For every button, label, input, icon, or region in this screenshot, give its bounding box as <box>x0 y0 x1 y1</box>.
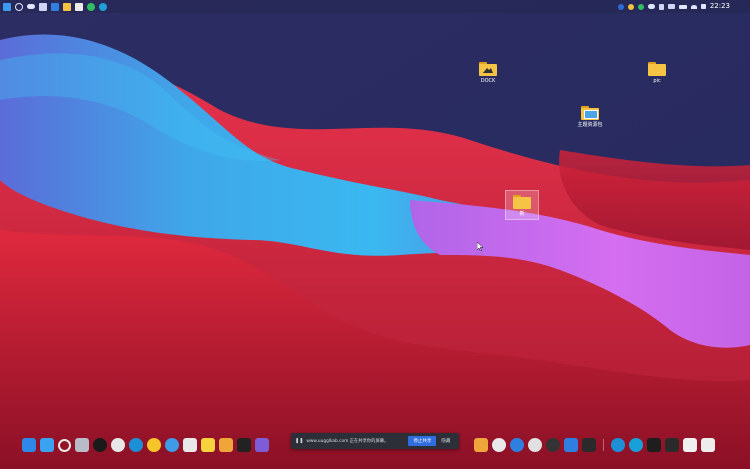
edge-icon[interactable] <box>129 438 143 452</box>
app-a-icon[interactable] <box>201 438 215 452</box>
safari-icon[interactable] <box>510 438 524 452</box>
stop-sharing-button[interactable]: 停止共享 <box>408 436 437 446</box>
mail-icon[interactable] <box>51 2 59 11</box>
windows-icon[interactable] <box>3 2 11 11</box>
window-icon[interactable] <box>39 2 47 11</box>
desktop: 22:23 DOCK pic 主题资源包 新 ❚❚ www.uugglkab.c… <box>0 0 750 469</box>
desktop-icon-theme-pack[interactable]: 主题资源包 <box>565 106 615 128</box>
chat-icon[interactable] <box>87 2 95 11</box>
screen-share-bar: ❚❚ www.uugglkab.com 正在共享你的屏幕。 停止共享 隐藏 <box>291 433 459 449</box>
chat-bubble-icon[interactable] <box>492 438 506 452</box>
owl-icon[interactable] <box>474 438 488 452</box>
app-x-icon[interactable] <box>582 438 596 452</box>
clock[interactable]: 22:23 <box>710 1 730 12</box>
terminal-icon[interactable] <box>647 438 661 452</box>
bluetooth-icon[interactable] <box>618 3 624 10</box>
folder-picture-icon <box>581 106 599 120</box>
desktop-icon-new[interactable]: 新 <box>505 190 539 220</box>
paint-icon[interactable] <box>255 438 269 452</box>
word-icon[interactable] <box>701 438 715 452</box>
notepad-icon[interactable] <box>683 438 697 452</box>
taskbar-icons <box>22 438 269 452</box>
headset-icon[interactable] <box>528 438 542 452</box>
wechat-tray-icon[interactable] <box>638 3 644 10</box>
folder-icon <box>648 62 666 76</box>
wechat-icon[interactable] <box>111 438 125 452</box>
desktop-icon-pic[interactable]: pic <box>632 62 682 84</box>
hide-button[interactable]: 隐藏 <box>441 438 450 444</box>
notes-icon[interactable] <box>75 2 83 11</box>
emoji-icon[interactable] <box>628 3 634 10</box>
top-bar-right-icons <box>618 2 706 11</box>
vscode-icon[interactable] <box>564 438 578 452</box>
wifi-icon[interactable] <box>691 4 697 9</box>
battery-icon[interactable] <box>679 4 687 9</box>
inkscape-icon[interactable] <box>237 438 251 452</box>
desktop-icon-label: 新 <box>519 211 525 217</box>
pause-icon[interactable]: ❚❚ <box>295 438 303 444</box>
recycle-bin-icon[interactable] <box>75 438 89 452</box>
edit-icon[interactable] <box>659 3 664 10</box>
photos-icon[interactable] <box>183 438 197 452</box>
browser-icon[interactable] <box>147 438 161 452</box>
desktop-icon-dock[interactable]: DOCK <box>463 62 513 84</box>
volume-icon[interactable] <box>701 4 706 9</box>
folder-icon[interactable] <box>63 2 71 11</box>
desktop-icon-label: DOCK <box>480 78 496 84</box>
app-dark-icon[interactable] <box>546 438 560 452</box>
top-bar: 22:23 <box>0 0 750 13</box>
edge-icon[interactable] <box>99 2 107 11</box>
windows-start-icon[interactable] <box>22 438 36 452</box>
globe-icon[interactable] <box>165 438 179 452</box>
desktop-icon-label: 主题资源包 <box>577 122 603 128</box>
app-a2-icon[interactable] <box>219 438 233 452</box>
mouse-cursor-icon <box>477 242 483 251</box>
desktop-icon-label: pic <box>653 78 661 84</box>
taskbar-icons-right-group <box>474 438 715 452</box>
screen-share-text: www.uugglkab.com 正在共享你的屏幕。 <box>306 439 389 444</box>
media-icon[interactable] <box>665 438 679 452</box>
top-bar-left-icons <box>3 2 107 11</box>
edge-dev-icon[interactable] <box>629 438 643 452</box>
folder-image-icon <box>479 62 497 76</box>
search-icon[interactable] <box>58 438 71 452</box>
folder-icon <box>513 195 531 209</box>
cloud-icon[interactable] <box>27 4 35 9</box>
gamepad-icon[interactable] <box>668 4 675 9</box>
edge-icon-2[interactable] <box>611 438 625 452</box>
desktop-icon[interactable] <box>40 438 54 452</box>
taskbar-separator <box>603 439 604 451</box>
cloud-tray-icon[interactable] <box>648 4 655 9</box>
qq-icon[interactable] <box>93 438 107 452</box>
search-icon[interactable] <box>15 2 23 11</box>
